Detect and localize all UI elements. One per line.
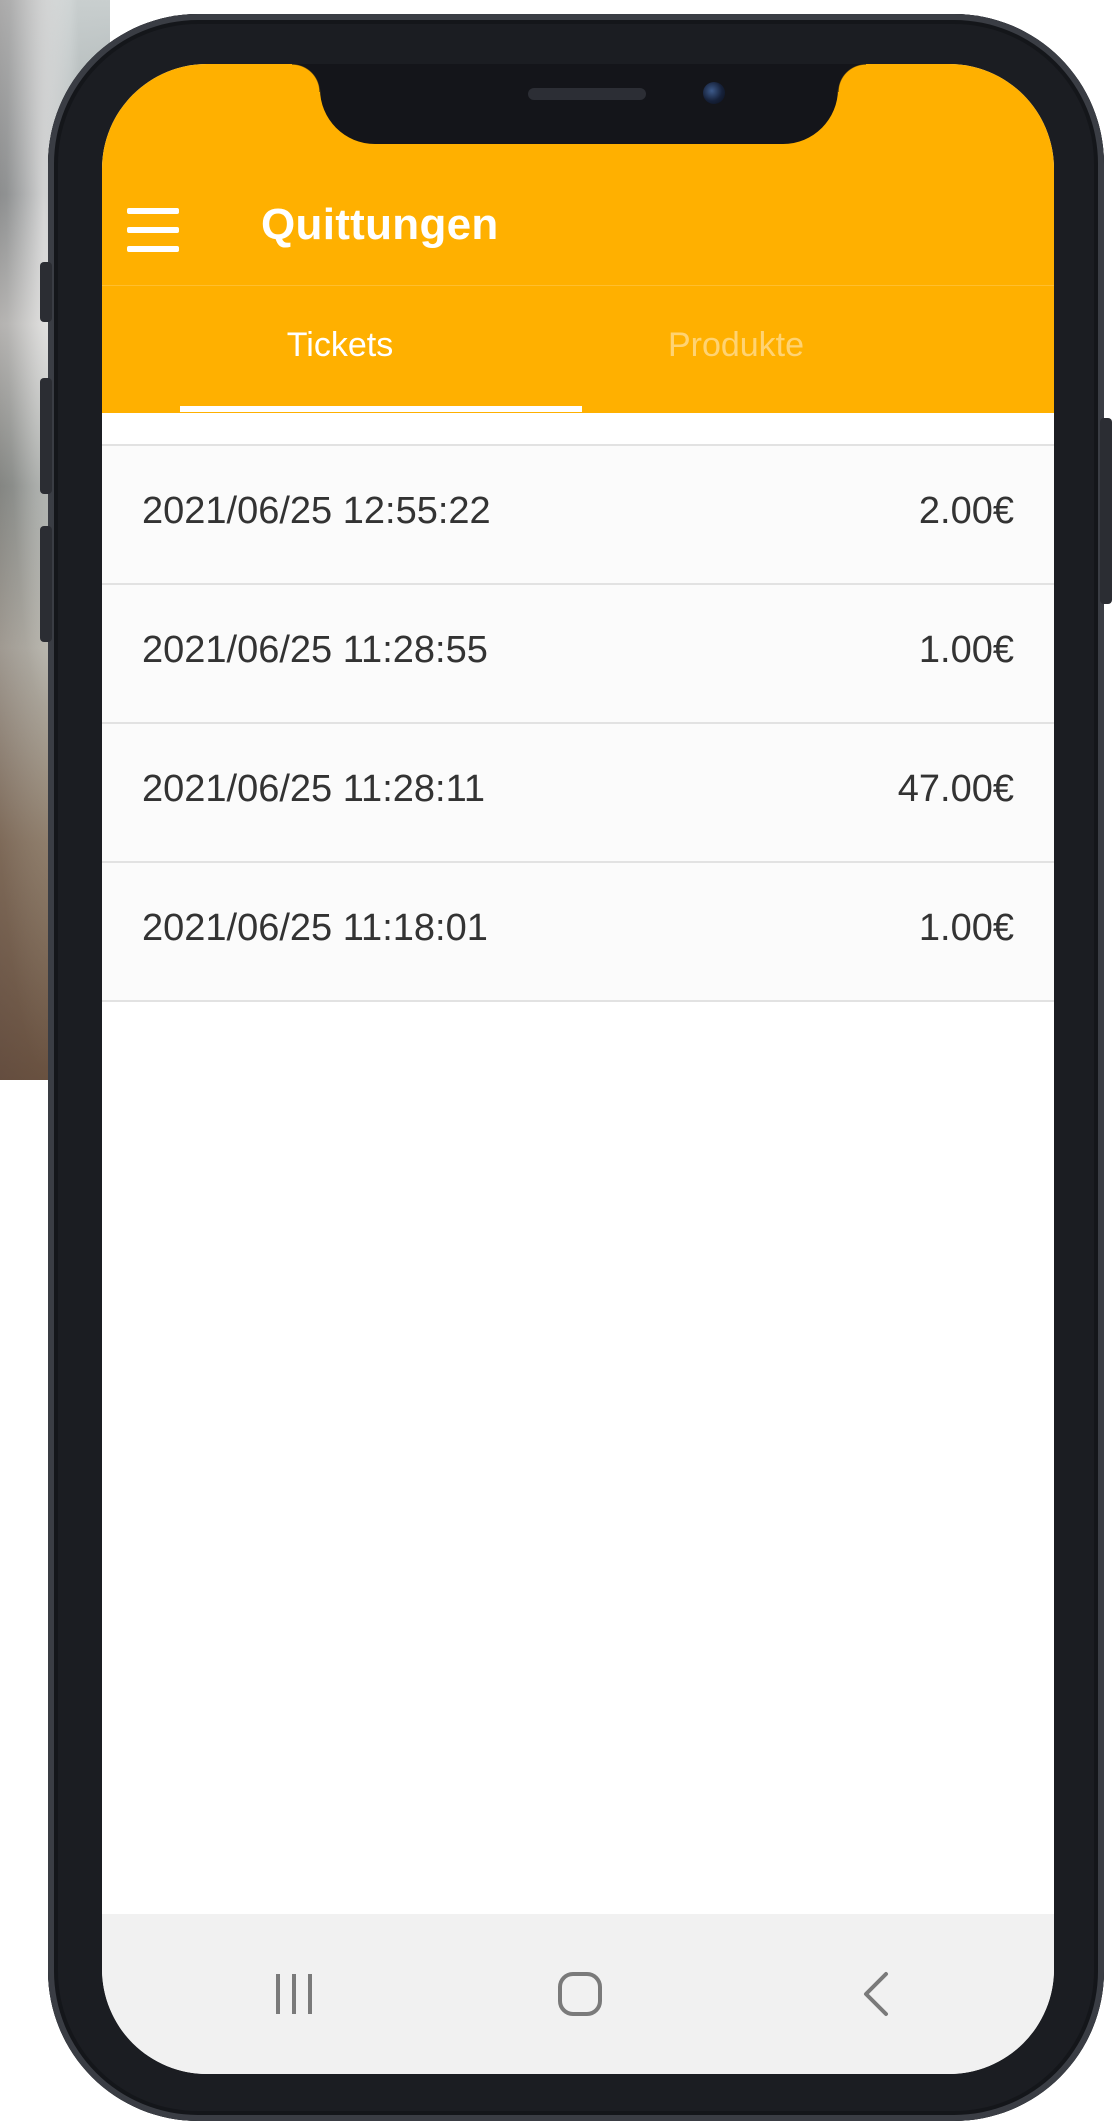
side-button-volume-down (40, 526, 52, 642)
app-bar-divider (102, 285, 1054, 286)
ticket-amount: 1.00€ (918, 629, 1014, 671)
system-navigation-bar (102, 1914, 1054, 2074)
list-item[interactable]: 2021/06/25 12:55:22 2.00€ (102, 446, 1054, 585)
phone-screen: Quittungen Tickets Produkte 2021/06/25 1… (102, 64, 1054, 2074)
ticket-datetime: 2021/06/25 11:18:01 (142, 907, 488, 949)
list-item[interactable]: 2021/06/25 11:28:11 47.00€ (102, 724, 1054, 863)
ticket-datetime: 2021/06/25 11:28:55 (142, 629, 488, 671)
list-item[interactable]: 2021/06/25 11:28:55 1.00€ (102, 585, 1054, 724)
recent-apps-button[interactable] (244, 1914, 344, 2074)
side-button-power (1100, 418, 1112, 604)
recent-apps-icon (276, 1974, 312, 2014)
front-camera (703, 82, 725, 104)
side-button-action (40, 262, 52, 322)
ticket-list: 2021/06/25 12:55:22 2.00€ 2021/06/25 11:… (102, 444, 1054, 1002)
ticket-amount: 1.00€ (918, 907, 1014, 949)
ticket-amount: 2.00€ (918, 490, 1014, 532)
home-icon (558, 1972, 602, 2016)
back-chevron-icon (864, 1972, 888, 2016)
active-tab-indicator (180, 406, 582, 412)
list-item[interactable]: 2021/06/25 11:18:01 1.00€ (102, 863, 1054, 1002)
ticket-amount: 47.00€ (897, 768, 1014, 810)
page-title: Quittungen (261, 200, 499, 249)
earpiece-speaker (528, 88, 646, 100)
ticket-datetime: 2021/06/25 11:28:11 (142, 768, 486, 810)
home-button[interactable] (530, 1914, 630, 2074)
ticket-datetime: 2021/06/25 12:55:22 (142, 490, 491, 532)
side-button-volume-up (40, 378, 52, 494)
tab-produkte[interactable]: Produkte (498, 326, 974, 365)
back-button[interactable] (826, 1914, 926, 2074)
camera-notch (292, 64, 866, 144)
hamburger-menu-icon[interactable] (127, 208, 183, 252)
